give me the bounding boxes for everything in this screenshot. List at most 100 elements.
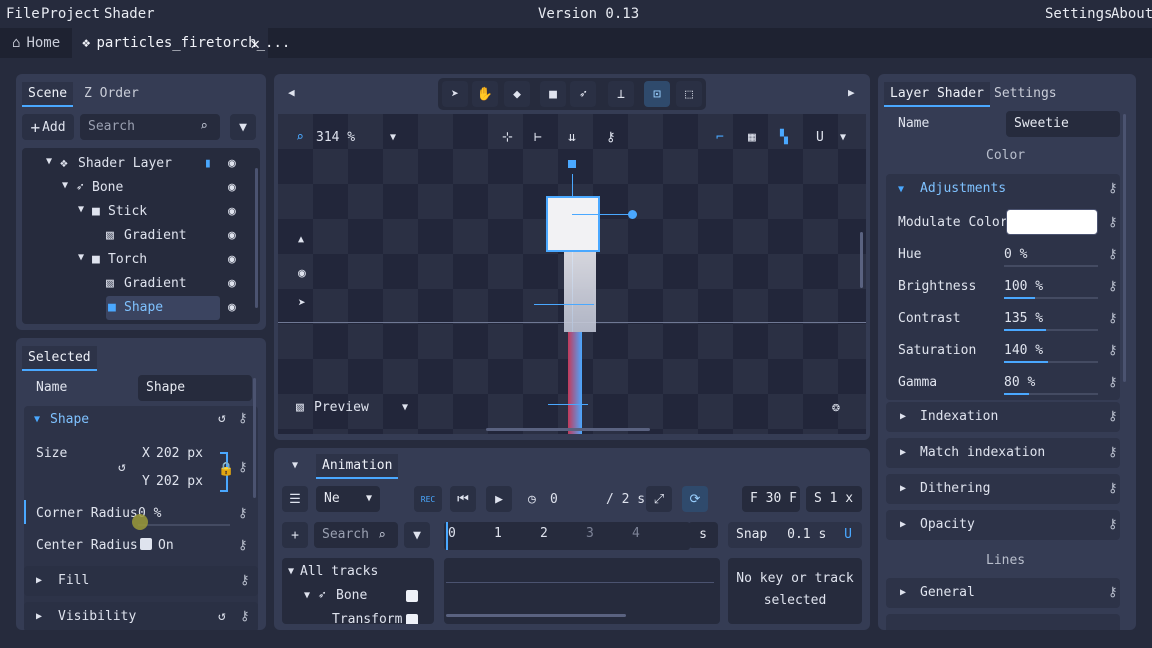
eye-icon[interactable]: ◉ xyxy=(228,276,236,291)
add-button[interactable]: + Add xyxy=(22,114,74,140)
name-field[interactable]: Shape xyxy=(138,375,252,401)
key-icon[interactable]: ⚷ xyxy=(1108,311,1118,326)
grid-icon[interactable]: ▦ xyxy=(748,130,756,145)
dithering-section[interactable]: ▶ Dithering ⚷ xyxy=(886,474,1120,504)
center-radius-checkbox[interactable] xyxy=(140,538,152,550)
preview-label[interactable]: Preview xyxy=(314,400,369,415)
key-icon[interactable]: ⚷ xyxy=(1108,375,1118,390)
tab-scene[interactable]: Scene xyxy=(22,82,74,107)
key-icon[interactable]: ⚷ xyxy=(1108,215,1118,230)
selected-scrollbar[interactable] xyxy=(253,378,256,498)
axes-icon[interactable]: ⌐ xyxy=(716,130,724,145)
menu-settings[interactable]: Settings xyxy=(1045,6,1112,22)
corner-radius-slider[interactable] xyxy=(138,524,230,526)
vertex-tool[interactable]: ⬚ xyxy=(676,81,702,107)
collapse-icon[interactable]: ▼ xyxy=(34,414,40,425)
filter-button[interactable]: ▼ xyxy=(404,522,430,548)
play-button[interactable]: ▶ xyxy=(486,486,512,512)
checker-icon[interactable]: ▚ xyxy=(780,130,788,145)
canvas-v-scrollbar[interactable] xyxy=(860,232,863,288)
menu-project[interactable]: Project xyxy=(41,6,100,22)
center-icon[interactable]: ⊹ xyxy=(502,130,513,145)
eye-icon[interactable]: ◉ xyxy=(228,156,236,171)
chevron-down-icon[interactable]: ▼ xyxy=(402,402,408,413)
rotate-handle[interactable] xyxy=(628,210,637,219)
shape-tool[interactable]: ◆ xyxy=(504,81,530,107)
opacity-section[interactable]: ▶ Opacity ⚷ xyxy=(886,510,1120,540)
key-icon[interactable]: ⚷ xyxy=(606,130,616,145)
magnet-icon[interactable]: U xyxy=(844,527,852,542)
modulate-color-swatch[interactable] xyxy=(1006,209,1098,235)
param-slider[interactable] xyxy=(1004,297,1098,299)
tree-item-shape[interactable]: ■ Shape ◉ xyxy=(22,296,250,320)
key-icon[interactable]: ⚷ xyxy=(1108,481,1118,496)
pan-tool[interactable]: ✋ xyxy=(472,81,498,107)
key-icon[interactable]: ⚷ xyxy=(238,506,248,521)
scene-search-input[interactable]: Search xyxy=(80,114,220,140)
collapse-icon[interactable]: ▼ xyxy=(898,184,904,195)
zoom-field[interactable]: 314 % xyxy=(316,130,355,145)
collapse-icon[interactable]: ▼ xyxy=(304,590,310,601)
key-icon[interactable]: ⚷ xyxy=(1108,409,1118,424)
speed-field[interactable]: S 1 x xyxy=(806,486,862,512)
chevron-right-icon[interactable]: ▶ xyxy=(848,86,855,99)
param-value[interactable]: 80 % xyxy=(1004,375,1035,390)
menu-shader[interactable]: Shader xyxy=(104,6,155,22)
collapse-icon[interactable]: ▼ xyxy=(292,460,298,471)
canvas-h-scrollbar[interactable] xyxy=(486,428,650,431)
bone-tool[interactable]: ➶ xyxy=(570,81,596,107)
rect-tool[interactable]: ■ xyxy=(540,81,566,107)
filter-button[interactable]: ▼ xyxy=(230,114,256,140)
shader-name-field[interactable]: Sweetie xyxy=(1006,111,1120,137)
arrow-up-icon[interactable]: ▲ xyxy=(298,234,304,245)
tab-animation[interactable]: Animation xyxy=(316,454,399,479)
param-slider[interactable] xyxy=(1004,361,1098,363)
general-section[interactable]: ▶ General ⚷ xyxy=(886,578,1120,608)
shader-scrollbar[interactable] xyxy=(1123,114,1126,382)
eye-icon[interactable]: ◉ xyxy=(228,228,236,243)
keyframe-area[interactable] xyxy=(444,558,720,624)
eye-icon[interactable]: ◉ xyxy=(298,266,306,281)
canvas[interactable] xyxy=(278,114,866,434)
mode-select[interactable]: Ne ▼ xyxy=(316,486,380,512)
param-value[interactable]: 100 % xyxy=(1004,279,1043,294)
duration-field[interactable]: / 2 s xyxy=(606,492,645,507)
key-icon[interactable]: ⚷ xyxy=(1108,343,1118,358)
param-slider[interactable] xyxy=(1004,329,1098,331)
indexation-section[interactable]: ▶ Indexation ⚷ xyxy=(886,402,1120,432)
collapse-icon[interactable]: ▼ xyxy=(288,566,294,577)
collapsed-section[interactable] xyxy=(886,614,1120,630)
keyframe-h-scrollbar[interactable] xyxy=(446,614,626,617)
tree-item-torch[interactable]: ▼ ■ Torch ◉ xyxy=(22,248,250,272)
reset-icon[interactable]: ↺ xyxy=(218,609,226,624)
tree-item-shader-layer[interactable]: ▼ ❖ Shader Layer ▮ ◉ xyxy=(22,152,250,176)
shape-preview[interactable] xyxy=(546,196,600,252)
key-icon[interactable]: ⚷ xyxy=(238,411,248,426)
select-tool[interactable]: ➤ xyxy=(442,81,468,107)
chevron-down-icon[interactable]: ▼ xyxy=(390,132,396,143)
param-value[interactable]: 140 % xyxy=(1004,343,1043,358)
param-slider[interactable] xyxy=(1004,265,1098,267)
key-icon[interactable]: ⚷ xyxy=(1108,279,1118,294)
fill-section[interactable]: ▶ Fill ⚷ xyxy=(24,566,258,596)
onion-icon[interactable]: ❂ xyxy=(832,400,840,415)
record-button[interactable]: REC xyxy=(414,486,442,512)
match-indexation-section[interactable]: ▶ Match indexation ⚷ xyxy=(886,438,1120,468)
size-y-field[interactable]: 202 px xyxy=(156,474,203,489)
key-icon[interactable]: ⚷ xyxy=(238,460,248,475)
pointer-icon[interactable]: ➤ xyxy=(298,296,306,311)
pin-tool[interactable]: ⊥ xyxy=(608,81,634,107)
trash-icon[interactable]: ▮ xyxy=(204,156,212,171)
key-icon[interactable]: ⚷ xyxy=(1108,445,1118,460)
loop-button[interactable]: ⟳ xyxy=(682,486,708,512)
key-icon[interactable]: ⚷ xyxy=(240,573,250,588)
tree-item-gradient[interactable]: ▧ Gradient ◉ xyxy=(22,224,250,248)
reset-icon[interactable]: ↺ xyxy=(218,411,226,426)
param-value[interactable]: 135 % xyxy=(1004,311,1043,326)
skip-start-button[interactable]: ⏮ xyxy=(450,486,476,512)
menu-button[interactable]: ☰ xyxy=(282,486,308,512)
bone-handle[interactable] xyxy=(568,160,576,168)
add-track-button[interactable]: + xyxy=(282,522,308,548)
tree-item-bone[interactable]: ▼ ➶ Bone ◉ xyxy=(22,176,250,200)
magnet-icon[interactable]: U xyxy=(816,130,824,145)
